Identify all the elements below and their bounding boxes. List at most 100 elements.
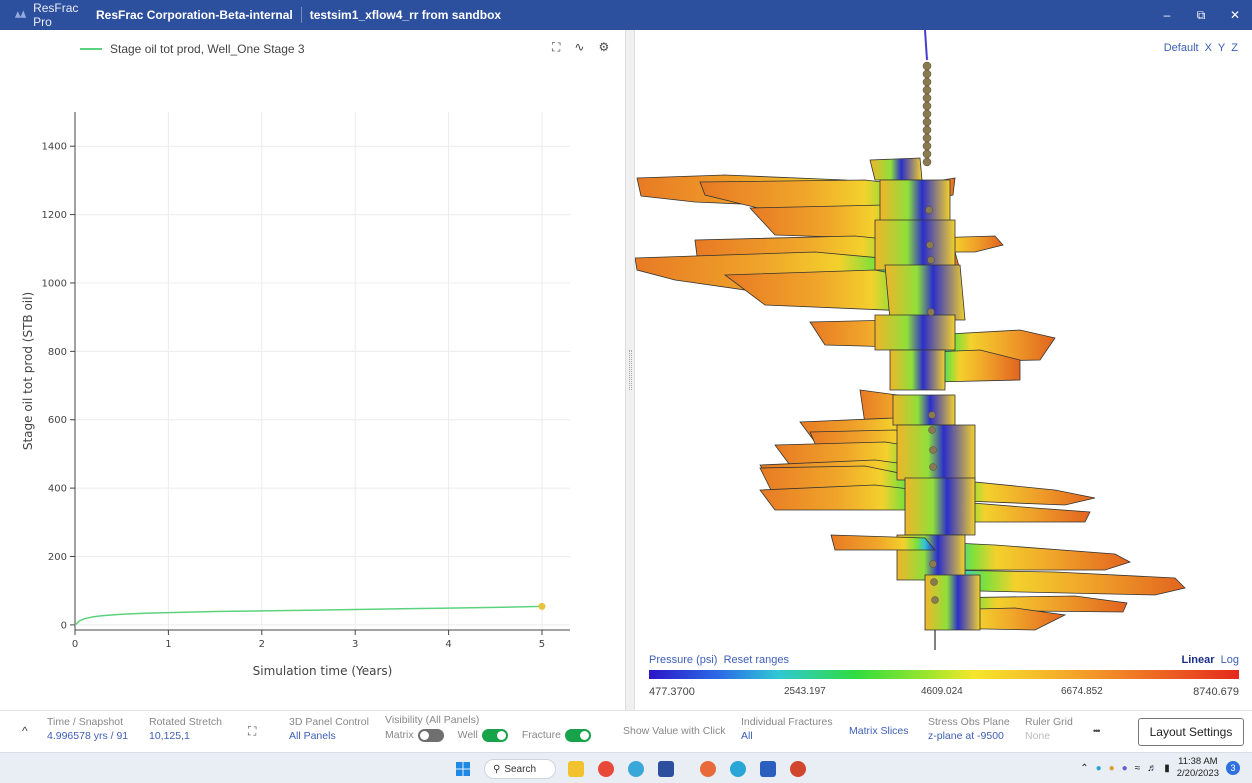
title-separator [300,7,302,23]
file-explorer-icon[interactable] [568,761,584,777]
panel-3d-label: 3D Panel Control [289,716,369,728]
title-bar: ResFrac Pro ResFrac Corporation-Beta-int… [0,0,1252,30]
colorbar-tick-min: 477.3700 [649,686,695,698]
fracture-3d-view[interactable]: Default X Y Z Pressure (psi) Reset range… [635,30,1252,710]
matrix-slices-label: Matrix Slices [849,725,909,737]
maximize-button[interactable]: ⧉ [1184,0,1218,30]
individual-fractures-control[interactable]: Individual Fractures All [741,715,833,743]
chart-toolbar: ⛶ ∿ ⚙ [552,40,609,55]
colorbar-tick: 4609.024 [921,686,963,697]
edge-icon[interactable] [730,761,746,777]
x-tick-label: 1 [165,639,171,650]
ruler-grid-value[interactable]: None [1025,729,1073,743]
battery-icon[interactable]: ▮ [1164,763,1170,774]
taskbar-clock[interactable]: 11:38 AM 2/20/2023 [1177,756,1219,780]
matrix-toggle[interactable] [417,728,444,742]
scale-toggle: Linear Log [1182,654,1240,666]
y-tick-label: 1400 [42,142,67,153]
stress-obs-plane-label: Stress Obs Plane [928,716,1010,728]
minimize-button[interactable]: – [1150,0,1184,30]
series-line [74,605,543,626]
notification-badge[interactable]: 3 [1226,761,1240,775]
divider-grip[interactable] [629,350,632,390]
layout-settings-button[interactable]: Layout Settings [1138,718,1244,746]
view-z-button[interactable]: Z [1231,42,1238,54]
rotated-stretch-value[interactable]: 10,125,1 [149,729,222,743]
project-name[interactable]: testsim1_xflow4_rr from sandbox [310,8,501,22]
fracture-toggle-label: Fracture [521,729,561,741]
org-name[interactable]: ResFrac Corporation-Beta-internal [96,8,293,22]
tray-app-icon[interactable]: ● [1096,763,1102,774]
tray-app-icon[interactable]: ● [1109,763,1115,774]
trend-icon[interactable]: ∿ [574,40,584,55]
panel-divider[interactable] [625,30,635,710]
reset-ranges-link[interactable]: Reset ranges [724,654,789,666]
y-axis-title: Stage oil tot prod (STB oil) [21,292,35,450]
view-axis-controls: Default X Y Z [1164,42,1238,54]
wifi-icon[interactable]: ≈ [1135,763,1141,774]
time-snapshot-value[interactable]: 4.996578 yrs / 91 [47,729,128,743]
expand-icon[interactable]: ⛶ [552,40,560,55]
colorbar-title[interactable]: Pressure (psi) [649,654,717,666]
word-icon[interactable] [760,761,776,777]
fracture-group-right[interactable] [929,177,1186,631]
fracture-visualization[interactable] [635,30,1252,650]
taskbar-search-label: Search [504,763,537,775]
y-tick-label: 0 [61,620,67,631]
rotated-stretch-control[interactable]: Rotated Stretch 10,125,1 [149,715,222,743]
os-taskbar: ⚲ Search ⌃ ● ● ● ≈ ♬ ▮ 11:38 AM 2/20/202… [0,752,1252,783]
colorbar-title-group: Pressure (psi) Reset ranges [649,654,789,666]
scale-log-button[interactable]: Log [1221,654,1239,666]
x-tick-label: 4 [445,639,451,650]
time-snapshot-control[interactable]: Time / Snapshot 4.996578 yrs / 91 [47,715,128,743]
search-icon: ⚲ [493,763,501,775]
volume-icon[interactable]: ♬ [1147,763,1157,774]
show-value-button[interactable]: Show Value with Click [623,724,726,738]
y-tick-label: 600 [48,415,67,426]
powerpoint-icon[interactable] [790,761,806,777]
x-tick-label: 0 [72,639,78,650]
matrix-toggle-label: Matrix [385,729,414,741]
stress-obs-plane-value[interactable]: z-plane at -9500 [928,729,1010,743]
tray-chevron-icon[interactable]: ⌃ [1080,763,1088,774]
slack-icon[interactable] [700,761,716,777]
panel-3d-value[interactable]: All Panels [289,729,369,743]
pressure-colorbar[interactable] [649,670,1239,679]
collapse-chevron-icon[interactable]: ^ [22,724,28,738]
browser-icon[interactable] [628,761,644,777]
time-snapshot-label: Time / Snapshot [47,716,124,728]
scale-linear-button[interactable]: Linear [1182,654,1215,666]
production-chart[interactable]: 0 1 2 3 4 5 0 200 400 600 800 1000 1200 1400 Simulatio… [0,30,625,710]
view-y-button[interactable]: Y [1218,42,1225,54]
well-toggle[interactable] [481,728,508,742]
more-options-icon[interactable]: ••• [1093,724,1101,738]
resfrac-taskbar-icon[interactable] [658,761,674,777]
app-logo: ResFrac Pro [0,1,96,29]
settings-icon[interactable]: ⚙ [598,40,609,55]
view-default-button[interactable]: Default [1164,42,1199,54]
legend-swatch [80,48,102,50]
individual-fractures-label: Individual Fractures [741,716,833,728]
colorbar-tick-max: 8740.679 [1193,686,1239,698]
system-tray: ⌃ ● ● ● ≈ ♬ ▮ 11:38 AM 2/20/2023 3 [1080,756,1240,780]
start-menu-icon[interactable] [455,761,471,777]
tray-teams-icon[interactable]: ● [1122,763,1128,774]
chart-panel: Stage oil tot prod, Well_One Stage 3 ⛶ ∿… [0,30,625,710]
stress-obs-plane-control[interactable]: Stress Obs Plane z-plane at -9500 [928,715,1010,743]
fracture-toggle[interactable] [564,728,591,742]
x-tick-label: 2 [259,639,265,650]
individual-fractures-value[interactable]: All [741,729,833,743]
clock-time: 11:38 AM [1178,756,1218,767]
view-x-button[interactable]: X [1205,42,1212,54]
fit-view-icon[interactable]: ⛶ [248,724,256,738]
colorbar-tick: 6674.852 [1061,686,1103,697]
chrome-icon[interactable] [598,761,614,777]
panel-3d-control[interactable]: 3D Panel Control All Panels [289,715,369,743]
chart-legend[interactable]: Stage oil tot prod, Well_One Stage 3 [80,42,305,56]
close-button[interactable]: ✕ [1218,0,1252,30]
colorbar-tick: 2543.197 [784,686,826,697]
matrix-slices-button[interactable]: Matrix Slices [849,724,909,738]
x-tick-label: 3 [352,639,358,650]
taskbar-search[interactable]: ⚲ Search [484,759,556,779]
ruler-grid-control[interactable]: Ruler Grid None [1025,715,1073,743]
